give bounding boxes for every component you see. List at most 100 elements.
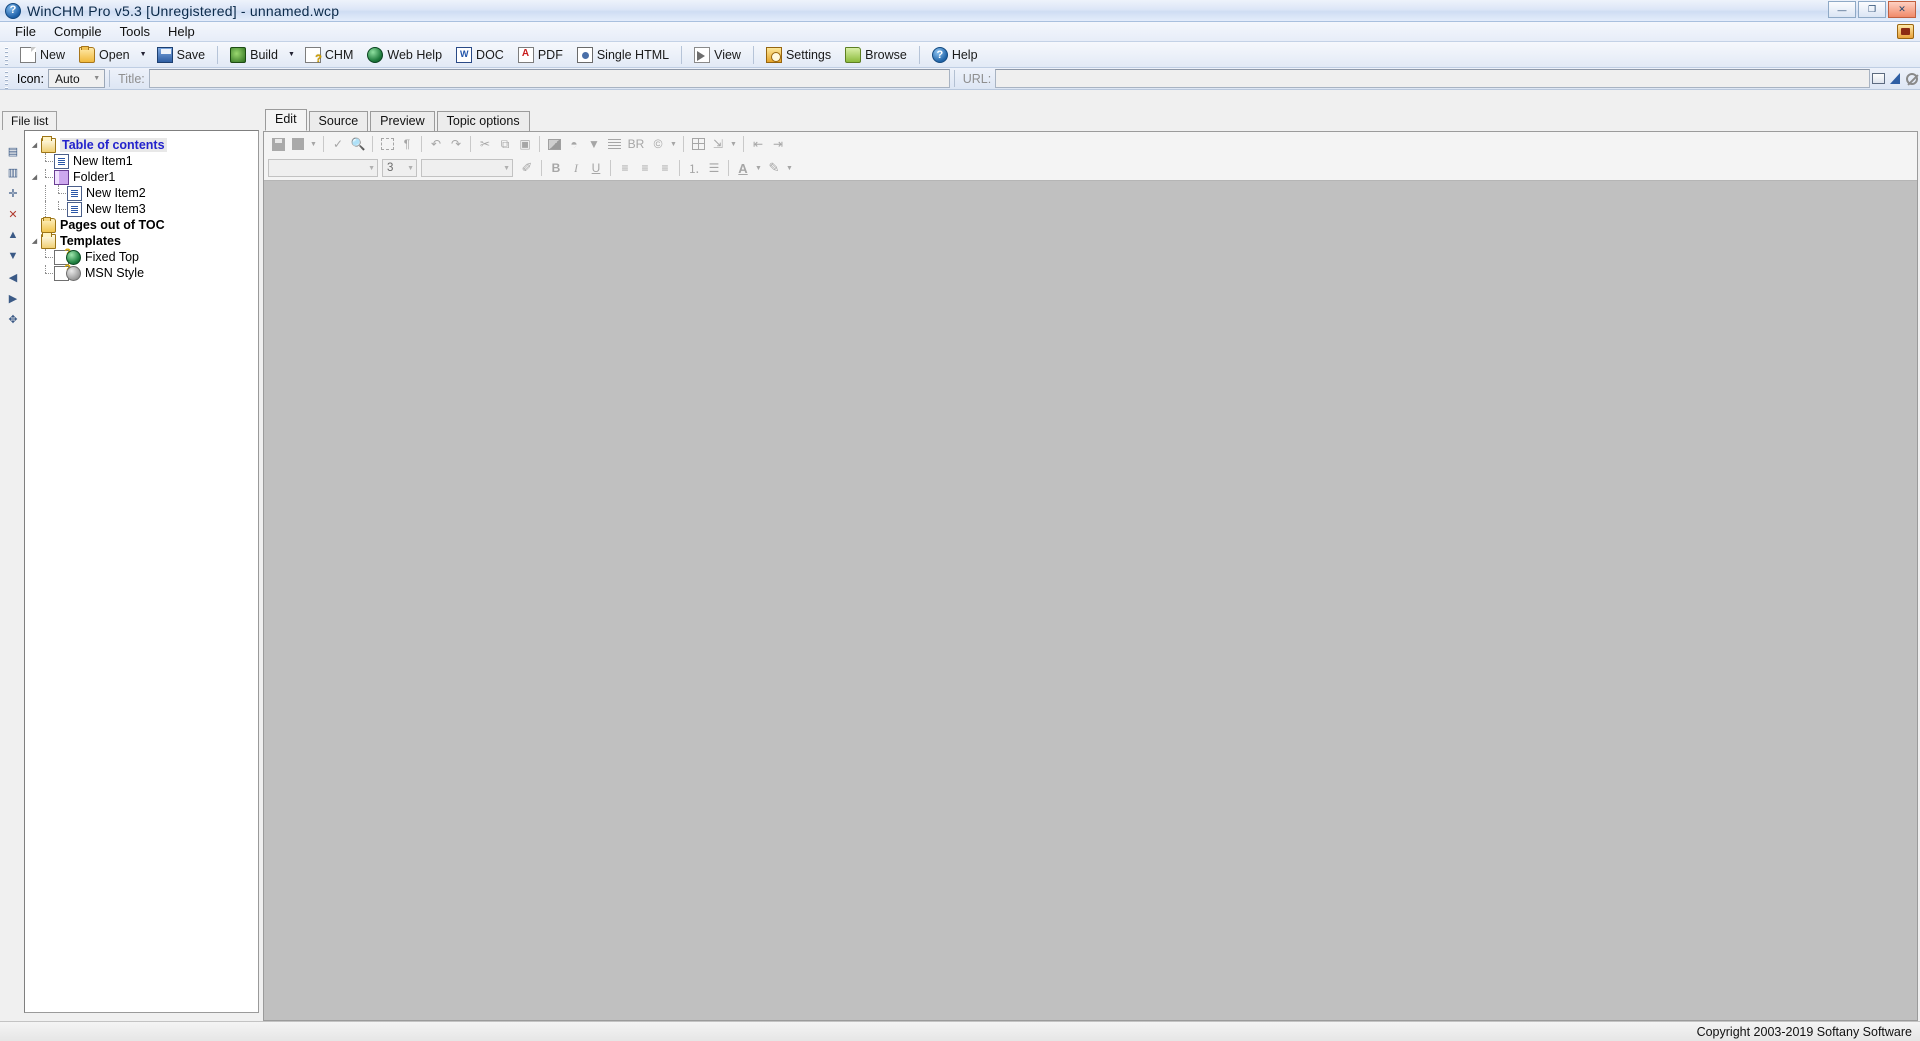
tree-item-msn-style[interactable]: ◢ MSN Style: [29, 264, 254, 281]
decrease-indent-icon[interactable]: ⇤: [748, 134, 768, 154]
font-color-icon[interactable]: A: [733, 158, 753, 178]
font-family-select[interactable]: ▼: [268, 159, 378, 177]
no-entry-icon[interactable]: [1903, 70, 1920, 87]
clear-format-icon[interactable]: ✐: [517, 158, 537, 178]
tree-item-new-item1[interactable]: ◢ New Item1: [29, 153, 254, 169]
chm-button[interactable]: CHM: [298, 44, 360, 66]
paragraph-marks-icon[interactable]: ¶: [397, 134, 417, 154]
tab-edit[interactable]: Edit: [265, 109, 307, 131]
new-button[interactable]: New: [13, 44, 72, 66]
align-left-icon[interactable]: ≡: [615, 158, 635, 178]
tab-file-list[interactable]: File list: [2, 111, 58, 130]
add-topic-icon[interactable]: ✛: [5, 186, 21, 200]
insert-symbol-dropdown-arrow[interactable]: ▼: [668, 134, 679, 154]
font-size-select[interactable]: 3 ▼: [382, 159, 417, 177]
filter-icon[interactable]: ▼: [584, 134, 604, 154]
font-color-dropdown-arrow[interactable]: ▼: [753, 158, 764, 178]
italic-icon[interactable]: I: [566, 158, 586, 178]
title-input[interactable]: [148, 69, 950, 88]
menu-item-tools[interactable]: Tools: [111, 22, 159, 41]
property-bar-grip[interactable]: [3, 68, 10, 89]
paste-icon[interactable]: ▣: [515, 134, 535, 154]
url-input[interactable]: [995, 69, 1870, 88]
doc-button[interactable]: DOC: [449, 44, 511, 66]
view-button[interactable]: View: [687, 44, 748, 66]
menu-item-compile[interactable]: Compile: [45, 22, 111, 41]
close-button[interactable]: ✕: [1888, 1, 1916, 18]
increase-indent-icon[interactable]: ⇥: [768, 134, 788, 154]
tree-item-table-of-contents[interactable]: ◢ Table of contents: [29, 135, 254, 153]
tree-item-pages-out-of-toc[interactable]: ◢ Pages out of TOC: [29, 216, 254, 233]
move-left-icon[interactable]: ◀: [5, 270, 21, 284]
numbered-list-icon[interactable]: ⒈: [684, 158, 704, 178]
tab-source[interactable]: Source: [308, 111, 369, 131]
move-free-icon[interactable]: ✥: [5, 312, 21, 326]
bold-icon[interactable]: B: [546, 158, 566, 178]
editor-separator-9: [610, 160, 611, 176]
tree-item-fixed-top[interactable]: ◢ Fixed Top: [29, 248, 254, 265]
bullet-list-icon[interactable]: ☰: [704, 158, 724, 178]
build-button[interactable]: Build: [223, 44, 285, 66]
toolbar-grip[interactable]: [3, 44, 10, 65]
toc-tree[interactable]: ◢ Table of contents ◢ New Item1 ◢: [24, 130, 259, 1013]
highlight-color-dropdown-arrow[interactable]: ▼: [784, 158, 795, 178]
insert-image-icon[interactable]: [544, 134, 564, 154]
insert-link-icon[interactable]: ⇲: [708, 134, 728, 154]
register-key-icon[interactable]: [1897, 24, 1914, 39]
tab-topic-options[interactable]: Topic options: [436, 111, 530, 131]
tree-item-new-item2[interactable]: ◢ New Item2: [29, 185, 254, 201]
minimize-button[interactable]: —: [1828, 1, 1856, 18]
background-color-icon[interactable]: [288, 134, 308, 154]
insert-topic-after-icon[interactable]: ▥: [5, 165, 21, 179]
expand-toggle-icon[interactable]: ◢: [29, 137, 40, 153]
align-center-icon[interactable]: ≡: [635, 158, 655, 178]
menu-item-file[interactable]: File: [6, 22, 45, 41]
insert-table-icon[interactable]: [688, 134, 708, 154]
browse-button[interactable]: Browse: [838, 44, 914, 66]
background-color-dropdown-arrow[interactable]: ▼: [308, 134, 319, 154]
save-button[interactable]: Save: [150, 44, 213, 66]
maximize-button[interactable]: ❐: [1858, 1, 1886, 18]
window-preview-icon[interactable]: [1870, 70, 1887, 87]
find-replace-icon[interactable]: 🔍: [348, 134, 368, 154]
insert-object-icon[interactable]: ◓: [564, 134, 584, 154]
spell-check-icon[interactable]: ✓: [328, 134, 348, 154]
cut-icon[interactable]: ✂: [475, 134, 495, 154]
single-html-button[interactable]: Single HTML: [570, 44, 676, 66]
line-spacing-icon[interactable]: [604, 134, 624, 154]
tree-item-folder1[interactable]: ◢ Folder1: [29, 169, 254, 185]
redo-icon[interactable]: ↷: [446, 134, 466, 154]
delete-topic-icon[interactable]: ✕: [5, 207, 21, 221]
expand-toggle-icon[interactable]: ◢: [29, 233, 40, 249]
tree-item-templates[interactable]: ◢ Templates: [29, 231, 254, 249]
editor-canvas[interactable]: [264, 180, 1917, 1020]
insert-link-dropdown-arrow[interactable]: ▼: [728, 134, 739, 154]
expand-toggle-icon[interactable]: ◢: [29, 169, 40, 185]
tab-preview[interactable]: Preview: [370, 111, 435, 131]
paragraph-style-select[interactable]: ▼: [421, 159, 513, 177]
move-up-icon[interactable]: ▲: [5, 228, 21, 242]
align-right-icon[interactable]: ≡: [655, 158, 675, 178]
open-button[interactable]: Open: [72, 44, 137, 66]
move-right-icon[interactable]: ▶: [5, 291, 21, 305]
highlight-color-icon[interactable]: ✎: [764, 158, 784, 178]
flag-bookmark-icon[interactable]: [1887, 70, 1904, 87]
underline-icon[interactable]: U: [586, 158, 606, 178]
copy-icon[interactable]: ⧉: [495, 134, 515, 154]
insert-topic-before-icon[interactable]: ▤: [5, 144, 21, 158]
settings-button[interactable]: Settings: [759, 44, 838, 66]
help-button[interactable]: Help: [925, 44, 985, 66]
insert-br-icon[interactable]: BR: [624, 134, 648, 154]
undo-icon[interactable]: ↶: [426, 134, 446, 154]
move-down-icon[interactable]: ▼: [5, 249, 21, 263]
select-all-icon[interactable]: [377, 134, 397, 154]
pdf-button[interactable]: PDF: [511, 44, 570, 66]
tree-item-new-item3[interactable]: ◢ New Item3: [29, 201, 254, 217]
icon-select[interactable]: Auto ▼: [47, 69, 106, 88]
web-help-button[interactable]: Web Help: [360, 44, 449, 66]
insert-symbol-icon[interactable]: ©: [648, 134, 668, 154]
save-icon[interactable]: [268, 134, 288, 154]
menu-item-help[interactable]: Help: [159, 22, 204, 41]
build-dropdown-arrow[interactable]: ▼: [285, 44, 298, 66]
open-dropdown-arrow[interactable]: ▼: [137, 44, 150, 66]
